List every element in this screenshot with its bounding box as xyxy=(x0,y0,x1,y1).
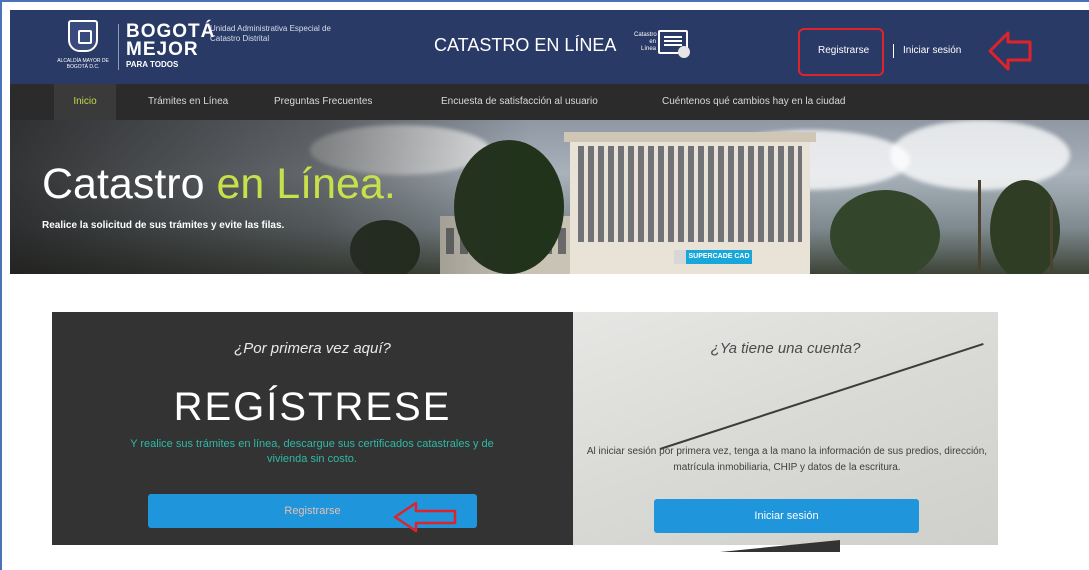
logo-text: Catastro en Línea xyxy=(634,32,657,52)
hero-title-main: Catastro xyxy=(42,160,217,208)
header-register-link[interactable]: Registrarse xyxy=(818,44,869,58)
palm-trunk xyxy=(978,180,981,274)
hero-title: Catastro en Línea. xyxy=(42,158,396,210)
catastro-en-linea-logo: Catastro en Línea xyxy=(634,28,696,64)
hero-title-accent: en Línea xyxy=(216,160,384,208)
site-title: CATASTRO EN LÍNEA xyxy=(434,35,617,55)
tree xyxy=(830,190,940,274)
entity-name: Unidad Administrativa Especial de Catast… xyxy=(210,24,331,43)
register-question: ¿Por primera vez aquí? xyxy=(234,340,391,357)
alcaldia-caption: Alcaldía Mayor de Bogotá D.C. xyxy=(57,58,109,70)
nav-item-tramites[interactable]: Trámites en Línea xyxy=(148,84,228,120)
brand-line-2: MEJOR xyxy=(126,39,199,60)
shield-icon xyxy=(68,20,98,52)
nav-item-encuesta[interactable]: Encuesta de satisfacción al usuario xyxy=(441,84,598,120)
header-login-link[interactable]: Iniciar sesión xyxy=(903,44,961,58)
header-link-separator xyxy=(893,44,894,58)
hero-title-dot: . xyxy=(383,160,396,208)
login-question: ¿Ya tiene una cuenta? xyxy=(710,340,861,357)
left-arrow-annotation-icon xyxy=(988,31,1032,71)
main-nav: Inicio Trámites en Línea Preguntas Frecu… xyxy=(10,84,1089,120)
catastro-building: SUPERCADE CAD xyxy=(564,132,816,274)
nav-item-cambios[interactable]: Cuéntenos qué cambios hay en la ciudad xyxy=(662,84,845,120)
brand-line-3: PARA TODOS xyxy=(126,60,179,69)
building-windows xyxy=(578,146,802,242)
left-arrow-annotation-icon xyxy=(393,501,457,533)
bogota-mejor-logo: BOGOTÁ MEJOR PARA TODOS xyxy=(126,22,214,72)
building-small-sign xyxy=(674,250,686,264)
login-description: Al iniciar sesión por primera vez, tenga… xyxy=(586,446,988,473)
login-button[interactable]: Iniciar sesión xyxy=(654,499,919,533)
palm-trunk xyxy=(1050,200,1053,274)
register-heading: REGÍSTRESE xyxy=(173,385,452,429)
building-roof xyxy=(564,132,816,142)
hero-subtitle: Realice la solicitud de sus trámites y e… xyxy=(42,220,285,231)
nav-item-preguntas[interactable]: Preguntas Frecuentes xyxy=(274,84,372,120)
supercade-sign: SUPERCADE CAD xyxy=(686,250,752,264)
logo-divider xyxy=(118,24,119,70)
register-description: Y realice sus trámites en línea, descarg… xyxy=(130,438,494,465)
alcaldia-logo: Alcaldía Mayor de Bogotá D.C. xyxy=(52,20,114,74)
hand-icon xyxy=(678,46,690,58)
nav-item-inicio[interactable]: Inicio xyxy=(54,84,116,120)
